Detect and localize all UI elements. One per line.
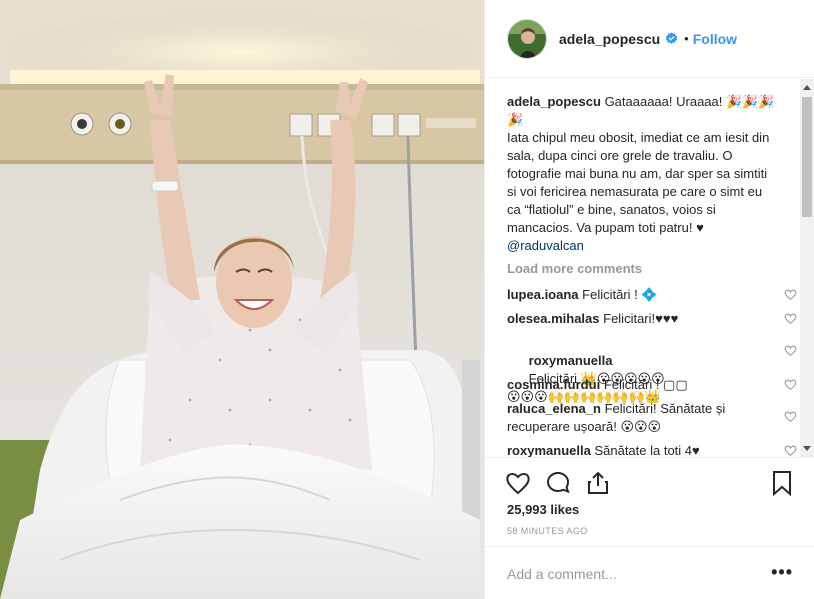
- heart-outline-icon[interactable]: [784, 312, 797, 325]
- comments-list[interactable]: adela_popescu Gataaaaaa! Uraaaa! 🎉🎉🎉 🎉 I…: [485, 79, 814, 457]
- comment-username[interactable]: raluca_elena_n: [507, 401, 601, 416]
- comment-username[interactable]: olesea.mihalas: [507, 311, 600, 326]
- share-icon[interactable]: [585, 470, 611, 496]
- comment-item: olesea.mihalas Felicitari!♥♥♥: [507, 310, 797, 328]
- comment-icon[interactable]: [545, 470, 571, 496]
- avatar[interactable]: [507, 18, 547, 59]
- comment-text: Felicitări ! 💠: [582, 287, 658, 302]
- bookmark-icon[interactable]: [769, 470, 795, 496]
- comment-item: cosmina.furdui Felicitări ! ▢▢: [507, 376, 797, 394]
- comment-username[interactable]: cosmina.furdui: [507, 377, 600, 392]
- add-comment-bar: •••: [485, 546, 814, 599]
- avatar-image: [508, 19, 546, 58]
- heart-outline-icon[interactable]: [784, 444, 797, 457]
- comment-item: raluca_elena_n Felicitări! Sănătate și r…: [507, 400, 797, 436]
- comment-username[interactable]: lupea.ioana: [507, 287, 579, 302]
- post-caption: adela_popescu Gataaaaaa! Uraaaa! 🎉🎉🎉 🎉 I…: [507, 93, 777, 255]
- heart-outline-icon[interactable]: [784, 410, 797, 423]
- follow-button[interactable]: Follow: [693, 31, 737, 47]
- comment-username[interactable]: roxymanuella: [507, 443, 591, 457]
- load-more-comments-button[interactable]: Load more comments: [507, 261, 642, 276]
- more-options-icon[interactable]: •••: [771, 563, 793, 581]
- caption-text: Gataaaaaa! Uraaaa! 🎉🎉🎉 🎉 Iata chipul meu…: [507, 94, 775, 235]
- scrollbar-thumb[interactable]: [802, 97, 812, 217]
- comments-scrollbar[interactable]: [800, 79, 814, 457]
- caption-username[interactable]: adela_popescu: [507, 94, 601, 109]
- heart-icon[interactable]: [505, 470, 531, 496]
- heart-outline-icon[interactable]: [784, 378, 797, 391]
- likes-count[interactable]: 25,993 likes: [507, 502, 579, 517]
- post-photo[interactable]: [0, 0, 484, 599]
- comment-text: Felicitări ! ▢▢: [603, 377, 688, 392]
- comment-item: lupea.ioana Felicitări ! 💠: [507, 286, 797, 304]
- scroll-up-arrow-icon[interactable]: [803, 85, 811, 90]
- verified-badge-icon: [665, 32, 678, 44]
- header-username[interactable]: adela_popescu: [559, 31, 660, 47]
- post-header: adela_popescu • Follow: [485, 0, 814, 78]
- hospital-photo-illustration: [0, 0, 484, 599]
- comment-text: Sănătate la toti 4♥: [594, 443, 700, 457]
- scroll-down-arrow-icon[interactable]: [803, 446, 811, 451]
- post-details-panel: adela_popescu • Follow adela_popescu Gat…: [484, 0, 814, 599]
- comment-username[interactable]: roxymanuella: [529, 353, 613, 368]
- post-actions: 25,993 likes 58 MINUTES AGO: [485, 457, 814, 547]
- post-timestamp[interactable]: 58 MINUTES AGO: [507, 526, 588, 536]
- separator-dot: •: [684, 31, 689, 46]
- comment-item: roxymanuella Sănătate la toti 4♥: [507, 442, 797, 457]
- heart-outline-icon[interactable]: [784, 344, 797, 357]
- caption-mention-link[interactable]: @raduvalcan: [507, 237, 777, 255]
- heart-outline-icon[interactable]: [784, 288, 797, 301]
- comment-text: Felicitari!♥♥♥: [603, 311, 679, 326]
- comment-input[interactable]: [507, 564, 747, 584]
